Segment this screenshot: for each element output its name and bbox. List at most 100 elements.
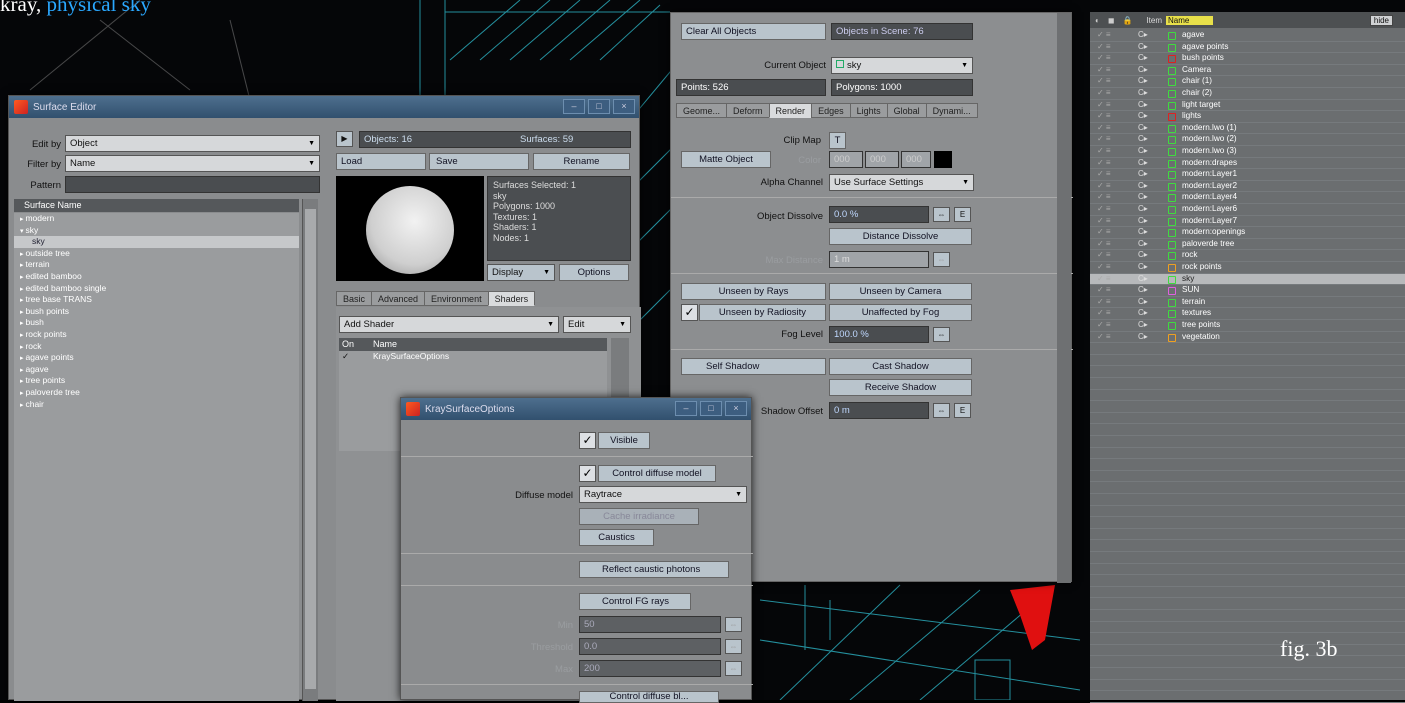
object-dissolve-field[interactable]: 0.0 % [829, 206, 929, 223]
scene-item-row[interactable]: ✓ ≡ C▸ tree points [1090, 320, 1405, 332]
scene-item-row[interactable]: ✓ ≡ C▸ lights [1090, 111, 1405, 123]
surface-list-item[interactable]: ▸ chair [14, 399, 299, 411]
edit-by-select[interactable]: Object [65, 135, 320, 152]
caustics-toggle[interactable]: Caustics [579, 529, 654, 546]
channel-icon[interactable]: C▸ [1138, 227, 1148, 236]
envelope-button[interactable]: E [954, 403, 971, 418]
channel-icon[interactable]: C▸ [1138, 111, 1148, 120]
tab-advanced[interactable]: Advanced [371, 291, 426, 306]
control-diffuse-toggle[interactable]: Control diffuse model [598, 465, 716, 482]
channel-icon[interactable]: C▸ [1138, 262, 1148, 271]
visibility-check-icon[interactable]: ✓ ≡ [1097, 100, 1111, 109]
scene-item-row[interactable]: ✓ ≡ C▸ chair (2) [1090, 88, 1405, 100]
clear-all-objects-button[interactable]: Clear All Objects [681, 23, 826, 40]
visibility-check-icon[interactable]: ✓ ≡ [1097, 274, 1111, 283]
surface-list-item[interactable]: ▾ sky [14, 225, 299, 237]
visibility-check-icon[interactable]: ✓ ≡ [1097, 262, 1111, 271]
visibility-check-icon[interactable]: ✓ ≡ [1097, 30, 1111, 39]
channel-icon[interactable]: C▸ [1138, 308, 1148, 317]
channel-icon[interactable]: C▸ [1138, 250, 1148, 259]
arrows-icon[interactable]: ⇔ [725, 639, 742, 654]
channel-icon[interactable]: C▸ [1138, 30, 1148, 39]
close-icon[interactable]: × [613, 99, 635, 114]
visibility-check-icon[interactable]: ✓ ≡ [1097, 134, 1111, 143]
current-object-select[interactable]: sky [831, 57, 973, 74]
scene-item-row[interactable]: ✓ ≡ C▸ rock [1090, 250, 1405, 262]
scene-item-row[interactable]: ✓ ≡ C▸ modern.lwo (3) [1090, 146, 1405, 158]
tab-lights[interactable]: Lights [849, 103, 888, 118]
shadow-offset-field[interactable]: 0 m [829, 402, 929, 419]
surface-list-scrollbar[interactable] [302, 199, 318, 701]
scene-item-row[interactable]: ✓ ≡ C▸ bush points [1090, 53, 1405, 65]
visibility-check-icon[interactable]: ✓ ≡ [1097, 204, 1111, 213]
scene-item-row[interactable]: ✓ ≡ C▸ modern:Layer4 [1090, 192, 1405, 204]
arrows-icon[interactable]: ⇔ [933, 252, 950, 267]
channel-icon[interactable]: C▸ [1138, 53, 1148, 62]
unaffected-by-fog-toggle[interactable]: Unaffected by Fog [829, 304, 972, 321]
surface-list-item[interactable]: ▸ terrain [14, 259, 299, 271]
channel-icon[interactable]: C▸ [1138, 274, 1148, 283]
arrows-icon[interactable]: ⇔ [933, 207, 950, 222]
scene-item-row[interactable]: ✓ ≡ C▸ modern:Layer6 [1090, 204, 1405, 216]
scene-item-row[interactable]: ✓ ≡ C▸ modern:Layer2 [1090, 181, 1405, 193]
envelope-button[interactable]: E [954, 207, 971, 222]
scene-item-row[interactable]: ✓ ≡ C▸ modern.lwo (2) [1090, 134, 1405, 146]
tab-edges[interactable]: Edges [811, 103, 851, 118]
visibility-check-icon[interactable]: ✓ ≡ [1097, 181, 1111, 190]
visibility-check-icon[interactable]: ✓ ≡ [1097, 239, 1111, 248]
channel-icon[interactable]: C▸ [1138, 285, 1148, 294]
scene-item-row[interactable]: ✓ ≡ C▸ agave [1090, 30, 1405, 42]
channel-icon[interactable]: C▸ [1138, 204, 1148, 213]
channel-icon[interactable]: C▸ [1138, 332, 1148, 341]
channel-icon[interactable]: C▸ [1138, 100, 1148, 109]
cache-irradiance-toggle[interactable]: Cache irradiance [579, 508, 699, 525]
visibility-check-icon[interactable]: ✓ ≡ [1097, 297, 1111, 306]
kray-options-titlebar[interactable]: KraySurfaceOptions – □ × [401, 398, 751, 420]
surface-list-item[interactable]: ▸ edited bamboo single [14, 283, 299, 295]
visibility-check-icon[interactable]: ✓ ≡ [1097, 250, 1111, 259]
scene-item-row[interactable]: ✓ ≡ C▸ vegetation [1090, 332, 1405, 344]
visibility-check-icon[interactable]: ✓ ≡ [1097, 123, 1111, 132]
add-shader-select[interactable]: Add Shader [339, 316, 559, 333]
surface-list-item[interactable]: ▸ modern [14, 213, 299, 225]
scene-item-row[interactable]: ✓ ≡ C▸ light target [1090, 100, 1405, 112]
threshold-field[interactable]: 0.0 [579, 638, 721, 655]
filter-by-select[interactable]: Name [65, 155, 320, 172]
control-fg-toggle[interactable]: Control FG rays [579, 593, 691, 610]
color-swatch[interactable] [934, 151, 952, 168]
surface-list-item[interactable]: ▸ rock [14, 341, 299, 353]
tab-dynamics[interactable]: Dynami... [925, 103, 978, 118]
channel-icon[interactable]: C▸ [1138, 146, 1148, 155]
channel-icon[interactable]: C▸ [1138, 65, 1148, 74]
color-g-field[interactable]: 000 [865, 151, 899, 168]
channel-icon[interactable]: C▸ [1138, 88, 1148, 97]
visibility-check-icon[interactable]: ✓ ≡ [1097, 146, 1111, 155]
visibility-check-icon[interactable]: ✓ ≡ [1097, 216, 1111, 225]
checkmark-icon[interactable]: ✓ [579, 465, 596, 482]
channel-icon[interactable]: C▸ [1138, 169, 1148, 178]
visibility-check-icon[interactable]: ✓ ≡ [1097, 88, 1111, 97]
rename-button[interactable]: Rename [533, 153, 630, 170]
save-button[interactable]: Save [429, 153, 529, 170]
scene-item-row[interactable]: ✓ ≡ C▸ textures [1090, 308, 1405, 320]
visibility-check-icon[interactable]: ✓ ≡ [1097, 53, 1111, 62]
channel-icon[interactable]: C▸ [1138, 76, 1148, 85]
scene-item-row[interactable]: ✓ ≡ C▸ chair (1) [1090, 76, 1405, 88]
surface-list-item[interactable]: ▸ outside tree [14, 248, 299, 260]
checkmark-icon[interactable]: ✓ [342, 351, 349, 362]
surface-editor-titlebar[interactable]: Surface Editor – □ × [9, 96, 639, 118]
color-b-field[interactable]: 000 [901, 151, 931, 168]
minimize-icon[interactable]: – [675, 401, 697, 416]
unseen-by-radiosity-toggle[interactable]: Unseen by Radiosity [699, 304, 826, 321]
surface-list-item[interactable]: ▸ agave [14, 364, 299, 376]
channel-icon[interactable]: C▸ [1138, 216, 1148, 225]
visibility-check-icon[interactable]: ✓ ≡ [1097, 227, 1111, 236]
shader-row[interactable]: ✓ KraySurfaceOptions [339, 351, 607, 362]
reflect-caustic-toggle[interactable]: Reflect caustic photons [579, 561, 729, 578]
scene-item-row[interactable]: ✓ ≡ C▸ Camera [1090, 65, 1405, 77]
self-shadow-toggle[interactable]: Self Shadow [681, 358, 826, 375]
visibility-check-icon[interactable]: ✓ ≡ [1097, 285, 1111, 294]
distance-dissolve-toggle[interactable]: Distance Dissolve [829, 228, 972, 245]
visibility-check-icon[interactable]: ✓ ≡ [1097, 158, 1111, 167]
channel-icon[interactable]: C▸ [1138, 192, 1148, 201]
